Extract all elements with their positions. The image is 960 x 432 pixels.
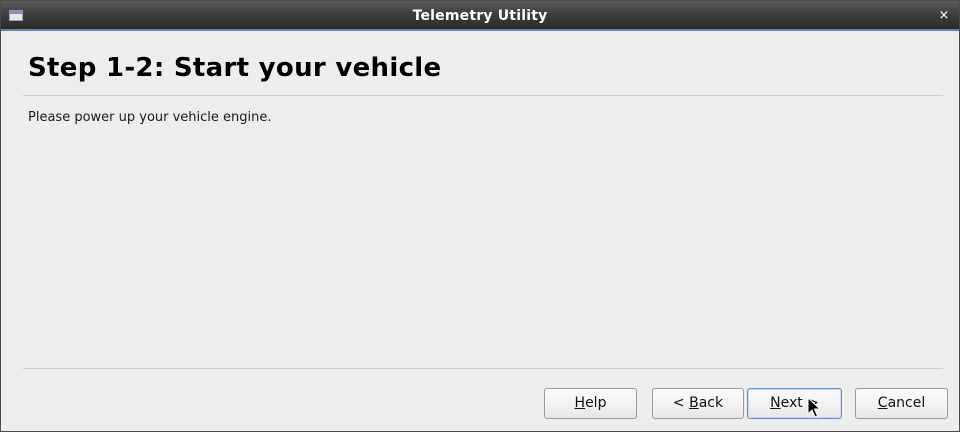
- help-label: elp: [585, 395, 607, 411]
- back-mnemonic: B: [689, 395, 699, 411]
- footer-divider: [23, 368, 943, 369]
- wizard-window: Telemetry Utility × Step 1-2: Start your…: [0, 0, 960, 432]
- instruction-text: Please power up your vehicle engine.: [28, 110, 272, 125]
- cancel-mnemonic: C: [877, 395, 888, 411]
- title-bar[interactable]: Telemetry Utility ×: [1, 1, 959, 31]
- next-label: ext >: [780, 395, 819, 411]
- window-title: Telemetry Utility: [412, 8, 548, 24]
- header-divider: [23, 95, 943, 96]
- cancel-label: ancel: [887, 395, 926, 411]
- page-title: Step 1-2: Start your vehicle: [28, 53, 442, 83]
- next-mnemonic: N: [770, 395, 781, 411]
- cancel-button[interactable]: Cancel: [855, 388, 948, 419]
- help-button[interactable]: Help: [544, 388, 637, 419]
- back-button[interactable]: < Back: [652, 388, 744, 419]
- help-mnemonic: H: [574, 395, 586, 411]
- next-button[interactable]: Next >: [747, 388, 842, 419]
- back-prefix: <: [672, 395, 690, 411]
- close-icon[interactable]: ×: [937, 9, 951, 23]
- back-label: ack: [698, 395, 724, 411]
